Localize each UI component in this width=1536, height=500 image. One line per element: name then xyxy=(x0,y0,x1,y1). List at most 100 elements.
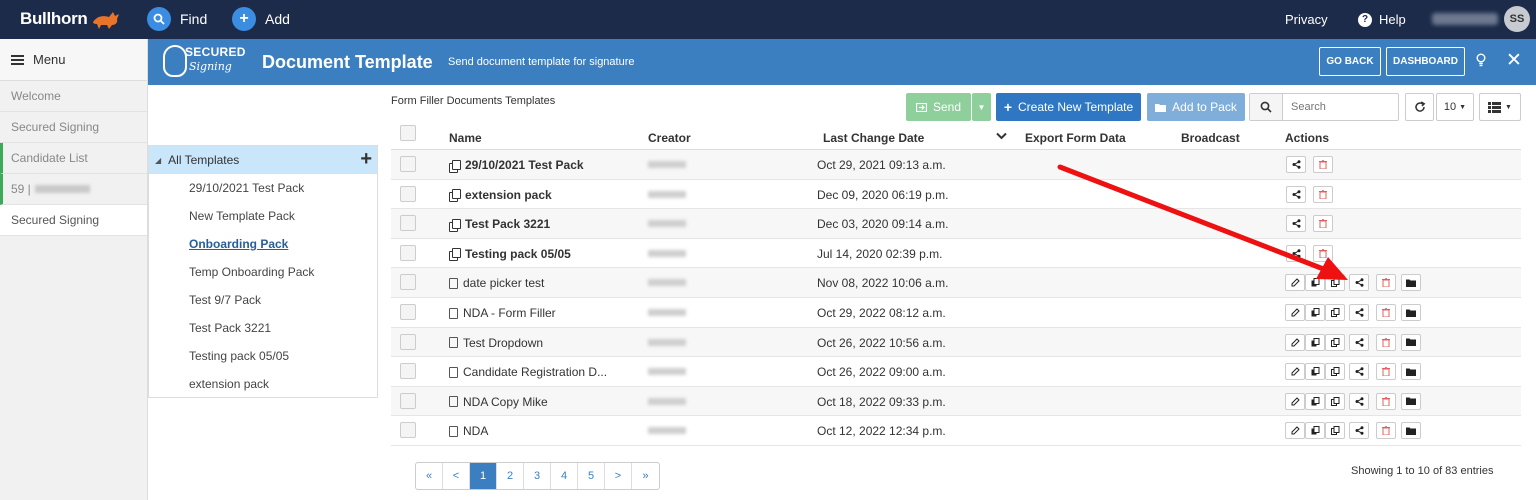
copy-icon[interactable] xyxy=(1305,392,1325,410)
search-input[interactable] xyxy=(1283,94,1397,120)
tree-item[interactable]: Test Pack 3221 xyxy=(149,314,377,342)
delete-icon[interactable] xyxy=(1313,244,1333,262)
tree-item[interactable]: 29/10/2021 Test Pack xyxy=(149,174,377,202)
duplicate-icon[interactable] xyxy=(1325,363,1345,381)
sort-chevron-down-icon[interactable] xyxy=(996,132,1007,140)
share-icon[interactable] xyxy=(1286,215,1306,233)
folder-icon[interactable] xyxy=(1401,363,1421,381)
bullhorn-logo[interactable]: Bullhorn xyxy=(20,8,121,30)
share-icon[interactable] xyxy=(1349,392,1369,410)
tree-item-selected[interactable]: Onboarding Pack xyxy=(149,230,377,258)
edit-icon[interactable] xyxy=(1285,363,1305,381)
table-row[interactable]: Candidate Registration D... Oct 26, 2022 … xyxy=(391,357,1521,387)
delete-icon[interactable] xyxy=(1376,392,1396,410)
template-name[interactable]: Test Pack 3221 xyxy=(449,217,550,232)
row-checkbox[interactable] xyxy=(400,244,416,261)
dashboard-button[interactable]: DASHBOARD xyxy=(1386,47,1465,76)
tree-item[interactable]: Temp Onboarding Pack xyxy=(149,258,377,286)
col-creator[interactable]: Creator xyxy=(648,131,691,145)
help-button[interactable]: ? Help xyxy=(1358,12,1406,27)
edit-icon[interactable] xyxy=(1285,422,1305,440)
share-icon[interactable] xyxy=(1349,333,1369,351)
delete-icon[interactable] xyxy=(1313,215,1333,233)
columns-toggle-button[interactable]: ▼ xyxy=(1479,93,1521,121)
table-row[interactable]: extension pack Dec 09, 2020 06:19 p.m. xyxy=(391,180,1521,210)
delete-icon[interactable] xyxy=(1376,274,1396,292)
delete-icon[interactable] xyxy=(1313,156,1333,173)
duplicate-icon[interactable] xyxy=(1325,333,1345,351)
row-checkbox[interactable] xyxy=(400,185,416,202)
select-all-checkbox[interactable] xyxy=(400,125,416,141)
table-row[interactable]: date picker test Nov 08, 2022 10:06 a.m. xyxy=(391,268,1521,298)
delete-icon[interactable] xyxy=(1376,422,1396,440)
copy-icon[interactable] xyxy=(1305,274,1325,292)
table-row[interactable]: Test Dropdown Oct 26, 2022 10:56 a.m. xyxy=(391,327,1521,358)
share-icon[interactable] xyxy=(1286,185,1306,203)
share-icon[interactable] xyxy=(1349,363,1369,381)
row-checkbox[interactable] xyxy=(400,333,416,350)
page-button[interactable]: » xyxy=(632,463,659,489)
row-checkbox[interactable] xyxy=(400,215,416,232)
search-icon[interactable] xyxy=(1250,94,1283,120)
close-icon[interactable]: ✕ xyxy=(1506,49,1522,72)
folder-icon[interactable] xyxy=(1401,392,1421,410)
tree-item[interactable]: extension pack xyxy=(149,370,377,398)
col-name[interactable]: Name xyxy=(449,131,482,145)
delete-icon[interactable] xyxy=(1376,363,1396,381)
send-button[interactable]: Send xyxy=(906,93,971,121)
template-name[interactable]: Candidate Registration D... xyxy=(449,365,607,379)
tree-item[interactable]: New Template Pack xyxy=(149,202,377,230)
page-button[interactable]: « xyxy=(416,463,443,489)
menu-toggle[interactable]: Menu xyxy=(0,39,147,81)
refresh-button[interactable] xyxy=(1405,93,1434,121)
privacy-link[interactable]: Privacy xyxy=(1285,12,1328,27)
table-row[interactable]: NDA - Form Filler Oct 29, 2022 08:12 a.m. xyxy=(391,298,1521,328)
folder-icon[interactable] xyxy=(1401,274,1421,292)
template-name[interactable]: NDA Copy Mike xyxy=(449,395,548,409)
share-icon[interactable] xyxy=(1286,244,1306,262)
go-back-button[interactable]: GO BACK xyxy=(1319,47,1381,76)
table-row[interactable]: NDA Oct 12, 2022 12:34 p.m. xyxy=(391,416,1521,446)
share-icon[interactable] xyxy=(1349,422,1369,440)
table-row[interactable]: NDA Copy Mike Oct 18, 2022 09:33 p.m. xyxy=(391,386,1521,417)
menu-item-secured-signing-active[interactable]: Secured Signing xyxy=(0,205,147,236)
delete-icon[interactable] xyxy=(1313,185,1333,203)
page-button[interactable]: 5 xyxy=(578,463,605,489)
page-button[interactable]: < xyxy=(443,463,470,489)
user-name-blurred[interactable] xyxy=(1432,13,1498,25)
avatar[interactable]: SS xyxy=(1504,6,1530,32)
page-button[interactable]: 2 xyxy=(497,463,524,489)
duplicate-icon[interactable] xyxy=(1325,274,1345,292)
create-template-button[interactable]: + Create New Template xyxy=(996,93,1141,121)
template-name[interactable]: date picker test xyxy=(449,276,544,290)
template-name[interactable]: NDA - Form Filler xyxy=(449,306,556,320)
menu-item-candidate-list[interactable]: Candidate List xyxy=(0,143,147,174)
tree-item[interactable]: Test 9/7 Pack xyxy=(149,286,377,314)
add-button[interactable]: + Add xyxy=(232,7,290,31)
folder-icon[interactable] xyxy=(1401,304,1421,321)
page-size-select[interactable]: 10 ▼ xyxy=(1436,93,1474,121)
page-button[interactable]: 4 xyxy=(551,463,578,489)
copy-icon[interactable] xyxy=(1305,304,1325,321)
page-button[interactable]: 1 xyxy=(470,463,497,489)
duplicate-icon[interactable] xyxy=(1325,422,1345,440)
duplicate-icon[interactable] xyxy=(1325,304,1345,321)
duplicate-icon[interactable] xyxy=(1325,392,1345,410)
row-checkbox[interactable] xyxy=(400,274,416,291)
copy-icon[interactable] xyxy=(1305,422,1325,440)
folder-icon[interactable] xyxy=(1401,422,1421,440)
share-icon[interactable] xyxy=(1349,274,1369,292)
row-checkbox[interactable] xyxy=(400,304,416,320)
edit-icon[interactable] xyxy=(1285,274,1305,292)
row-checkbox[interactable] xyxy=(400,392,416,409)
folder-icon[interactable] xyxy=(1401,333,1421,351)
add-to-pack-button[interactable]: Add to Pack xyxy=(1147,93,1245,121)
edit-icon[interactable] xyxy=(1285,392,1305,410)
row-checkbox[interactable] xyxy=(400,156,416,172)
tree-root-all-templates[interactable]: ◢ All Templates + xyxy=(149,146,377,174)
copy-icon[interactable] xyxy=(1305,363,1325,381)
row-checkbox[interactable] xyxy=(400,363,416,380)
page-button[interactable]: 3 xyxy=(524,463,551,489)
delete-icon[interactable] xyxy=(1376,333,1396,351)
lightbulb-icon[interactable] xyxy=(1476,53,1486,67)
